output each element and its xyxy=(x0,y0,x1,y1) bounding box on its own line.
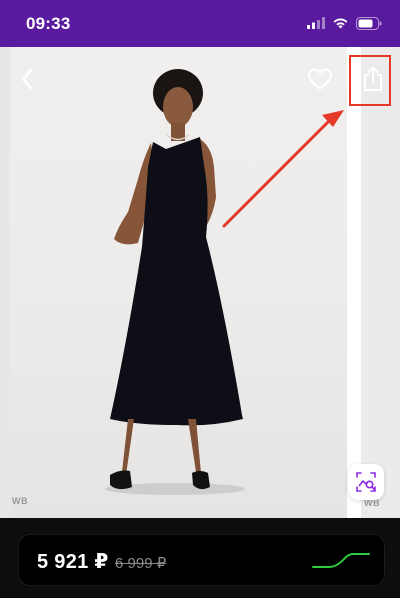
product-photo[interactable] xyxy=(10,47,347,518)
next-image-edge xyxy=(361,47,400,518)
watermark-left: WB xyxy=(12,496,28,506)
status-bar: 09:33 xyxy=(0,0,400,47)
image-search-icon xyxy=(356,472,376,492)
price-bar[interactable]: 5 921 ₽ 6 999 ₽ xyxy=(18,534,385,586)
wifi-icon xyxy=(333,18,348,29)
old-price: 6 999 ₽ xyxy=(115,555,167,572)
current-price: 5 921 ₽ xyxy=(37,551,109,573)
carousel-gap xyxy=(347,47,361,518)
battery-icon xyxy=(356,16,382,30)
share-highlight-box xyxy=(349,55,391,106)
status-time: 09:33 xyxy=(26,14,71,33)
back-button[interactable] xyxy=(12,64,42,94)
model-figure xyxy=(105,69,245,495)
price-trend-icon[interactable] xyxy=(311,549,371,571)
status-icons xyxy=(307,15,382,31)
favorite-button[interactable] xyxy=(304,64,336,94)
previous-image-edge xyxy=(0,47,10,518)
visual-search-button[interactable] xyxy=(348,464,384,500)
heart-icon xyxy=(307,68,333,90)
product-image-carousel[interactable] xyxy=(0,47,400,518)
chevron-left-icon xyxy=(21,68,33,90)
signal-icon xyxy=(307,17,325,29)
